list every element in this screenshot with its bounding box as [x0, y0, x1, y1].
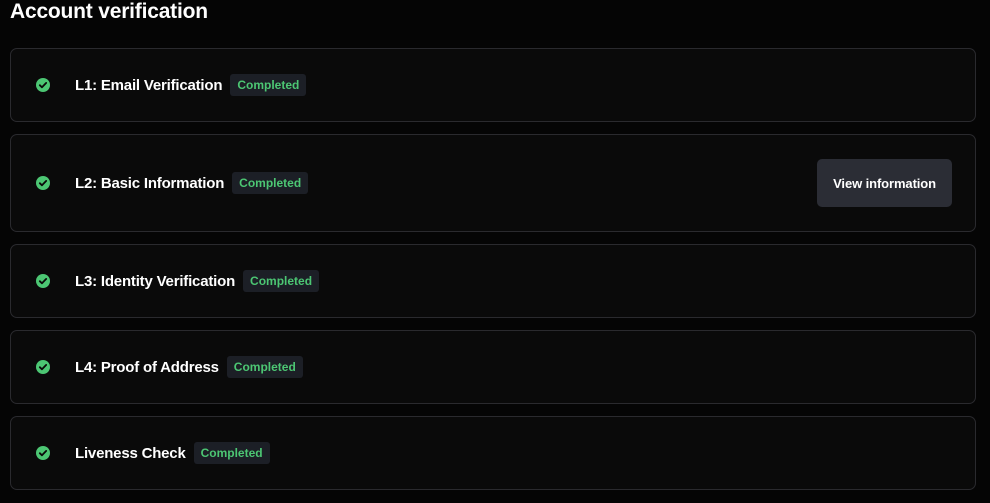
- level-row: L3: Identity Verification Completed: [35, 269, 320, 293]
- account-verification-page: Account verification L1: Email Verificat…: [0, 0, 990, 503]
- view-information-button[interactable]: View information: [817, 159, 952, 207]
- status-badge: Completed: [243, 270, 320, 292]
- status-badge: Completed: [193, 442, 270, 464]
- verification-level-liveness: Liveness Check Completed: [10, 416, 976, 490]
- check-circle-icon: [35, 445, 51, 461]
- verification-level-identity: L3: Identity Verification Completed: [10, 244, 976, 318]
- status-badge: Completed: [226, 356, 303, 378]
- level-row: Liveness Check Completed: [35, 441, 270, 465]
- level-title: L1: Email Verification: [75, 76, 223, 94]
- level-title: L3: Identity Verification: [75, 272, 236, 290]
- check-circle-icon: [35, 77, 51, 93]
- level-title: L2: Basic Information: [75, 174, 225, 192]
- page-title: Account verification: [10, 0, 208, 23]
- check-circle-icon: [35, 175, 51, 191]
- level-row: L4: Proof of Address Completed: [35, 355, 303, 379]
- verification-level-email: L1: Email Verification Completed: [10, 48, 976, 122]
- check-circle-icon: [35, 359, 51, 375]
- check-circle-icon: [35, 273, 51, 289]
- status-badge: Completed: [232, 172, 309, 194]
- level-row: L1: Email Verification Completed: [35, 73, 307, 97]
- level-row: L2: Basic Information Completed: [35, 171, 309, 195]
- status-badge: Completed: [230, 74, 307, 96]
- verification-level-proof-of-address: L4: Proof of Address Completed: [10, 330, 976, 404]
- level-title: L4: Proof of Address: [75, 358, 219, 376]
- level-title: Liveness Check: [75, 444, 186, 462]
- verification-level-basic-information: L2: Basic Information Completed View inf…: [10, 134, 976, 232]
